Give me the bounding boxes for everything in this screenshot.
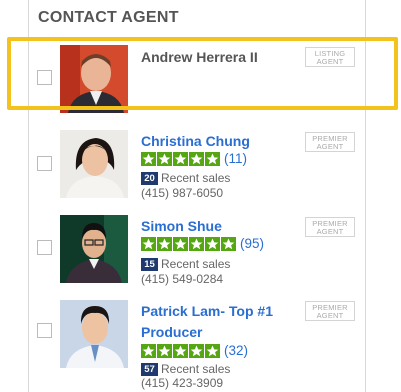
star-icon [141,343,156,358]
star-icon [173,343,188,358]
star-rating[interactable]: (32) [141,343,248,358]
recent-sales-count: 15 [141,257,158,271]
star-icon [221,236,236,251]
star-icon [189,236,204,251]
badge-line2: AGENT [316,311,344,320]
agent-photo[interactable] [60,300,128,368]
star-icon [205,343,220,358]
recent-sales-count: 57 [141,362,158,376]
badge-line2: AGENT [316,142,344,151]
recent-sales: 15 Recent sales [141,257,230,271]
star-icon [205,151,220,166]
star-icon [205,236,220,251]
review-count-link[interactable]: (32) [224,343,248,358]
agent-select-checkbox[interactable] [37,156,52,171]
premier-agent-badge: PREMIER AGENT [305,217,355,237]
star-icon [157,151,172,166]
badge-line2: AGENT [316,227,344,236]
recent-sales-count: 20 [141,171,158,185]
agent-photo[interactable] [60,215,128,283]
recent-sales-label: Recent sales [161,171,231,185]
premier-agent-badge: PREMIER AGENT [305,301,355,321]
review-count-link[interactable]: (95) [240,236,264,251]
star-icon [141,151,156,166]
recent-sales: 20 Recent sales [141,171,230,185]
agent-phone: (415) 549-0284 [141,272,224,286]
agent-select-checkbox[interactable] [37,240,52,255]
agent-name[interactable]: Simon Shue [141,217,222,236]
agent-photo[interactable] [60,130,128,198]
premier-agent-badge: PREMIER AGENT [305,132,355,152]
star-icon [173,151,188,166]
star-icon [189,343,204,358]
section-heading: CONTACT AGENT [38,9,179,26]
agent-name[interactable]: Christina Chung [141,132,250,151]
listing-agent-highlight [7,37,398,110]
star-rating[interactable]: (11) [141,151,247,166]
recent-sales-label: Recent sales [161,362,231,376]
recent-sales-label: Recent sales [161,257,231,271]
recent-sales: 57 Recent sales [141,362,230,376]
agent-card-patrick-lam: Patrick Lam- Top #1 Producer PREMIER AGE… [28,298,366,390]
star-rating[interactable]: (95) [141,236,264,251]
agent-phone: (415) 423-3909 [141,376,224,390]
agent-name[interactable]: Patrick Lam- Top #1 [141,302,273,321]
review-count-link[interactable]: (11) [224,151,247,166]
agent-select-checkbox[interactable] [37,323,52,338]
agent-card-simon-shue: Simon Shue PREMIER AGENT (95) 15 Recent … [28,213,366,297]
star-icon [157,343,172,358]
agent-phone: (415) 987-6050 [141,186,224,200]
agent-name-line2[interactable]: Producer [141,323,202,342]
star-icon [173,236,188,251]
star-icon [141,236,156,251]
agent-card-christina-chung: Christina Chung PREMIER AGENT (11) 20 Re… [28,128,366,212]
star-icon [189,151,204,166]
star-icon [157,236,172,251]
